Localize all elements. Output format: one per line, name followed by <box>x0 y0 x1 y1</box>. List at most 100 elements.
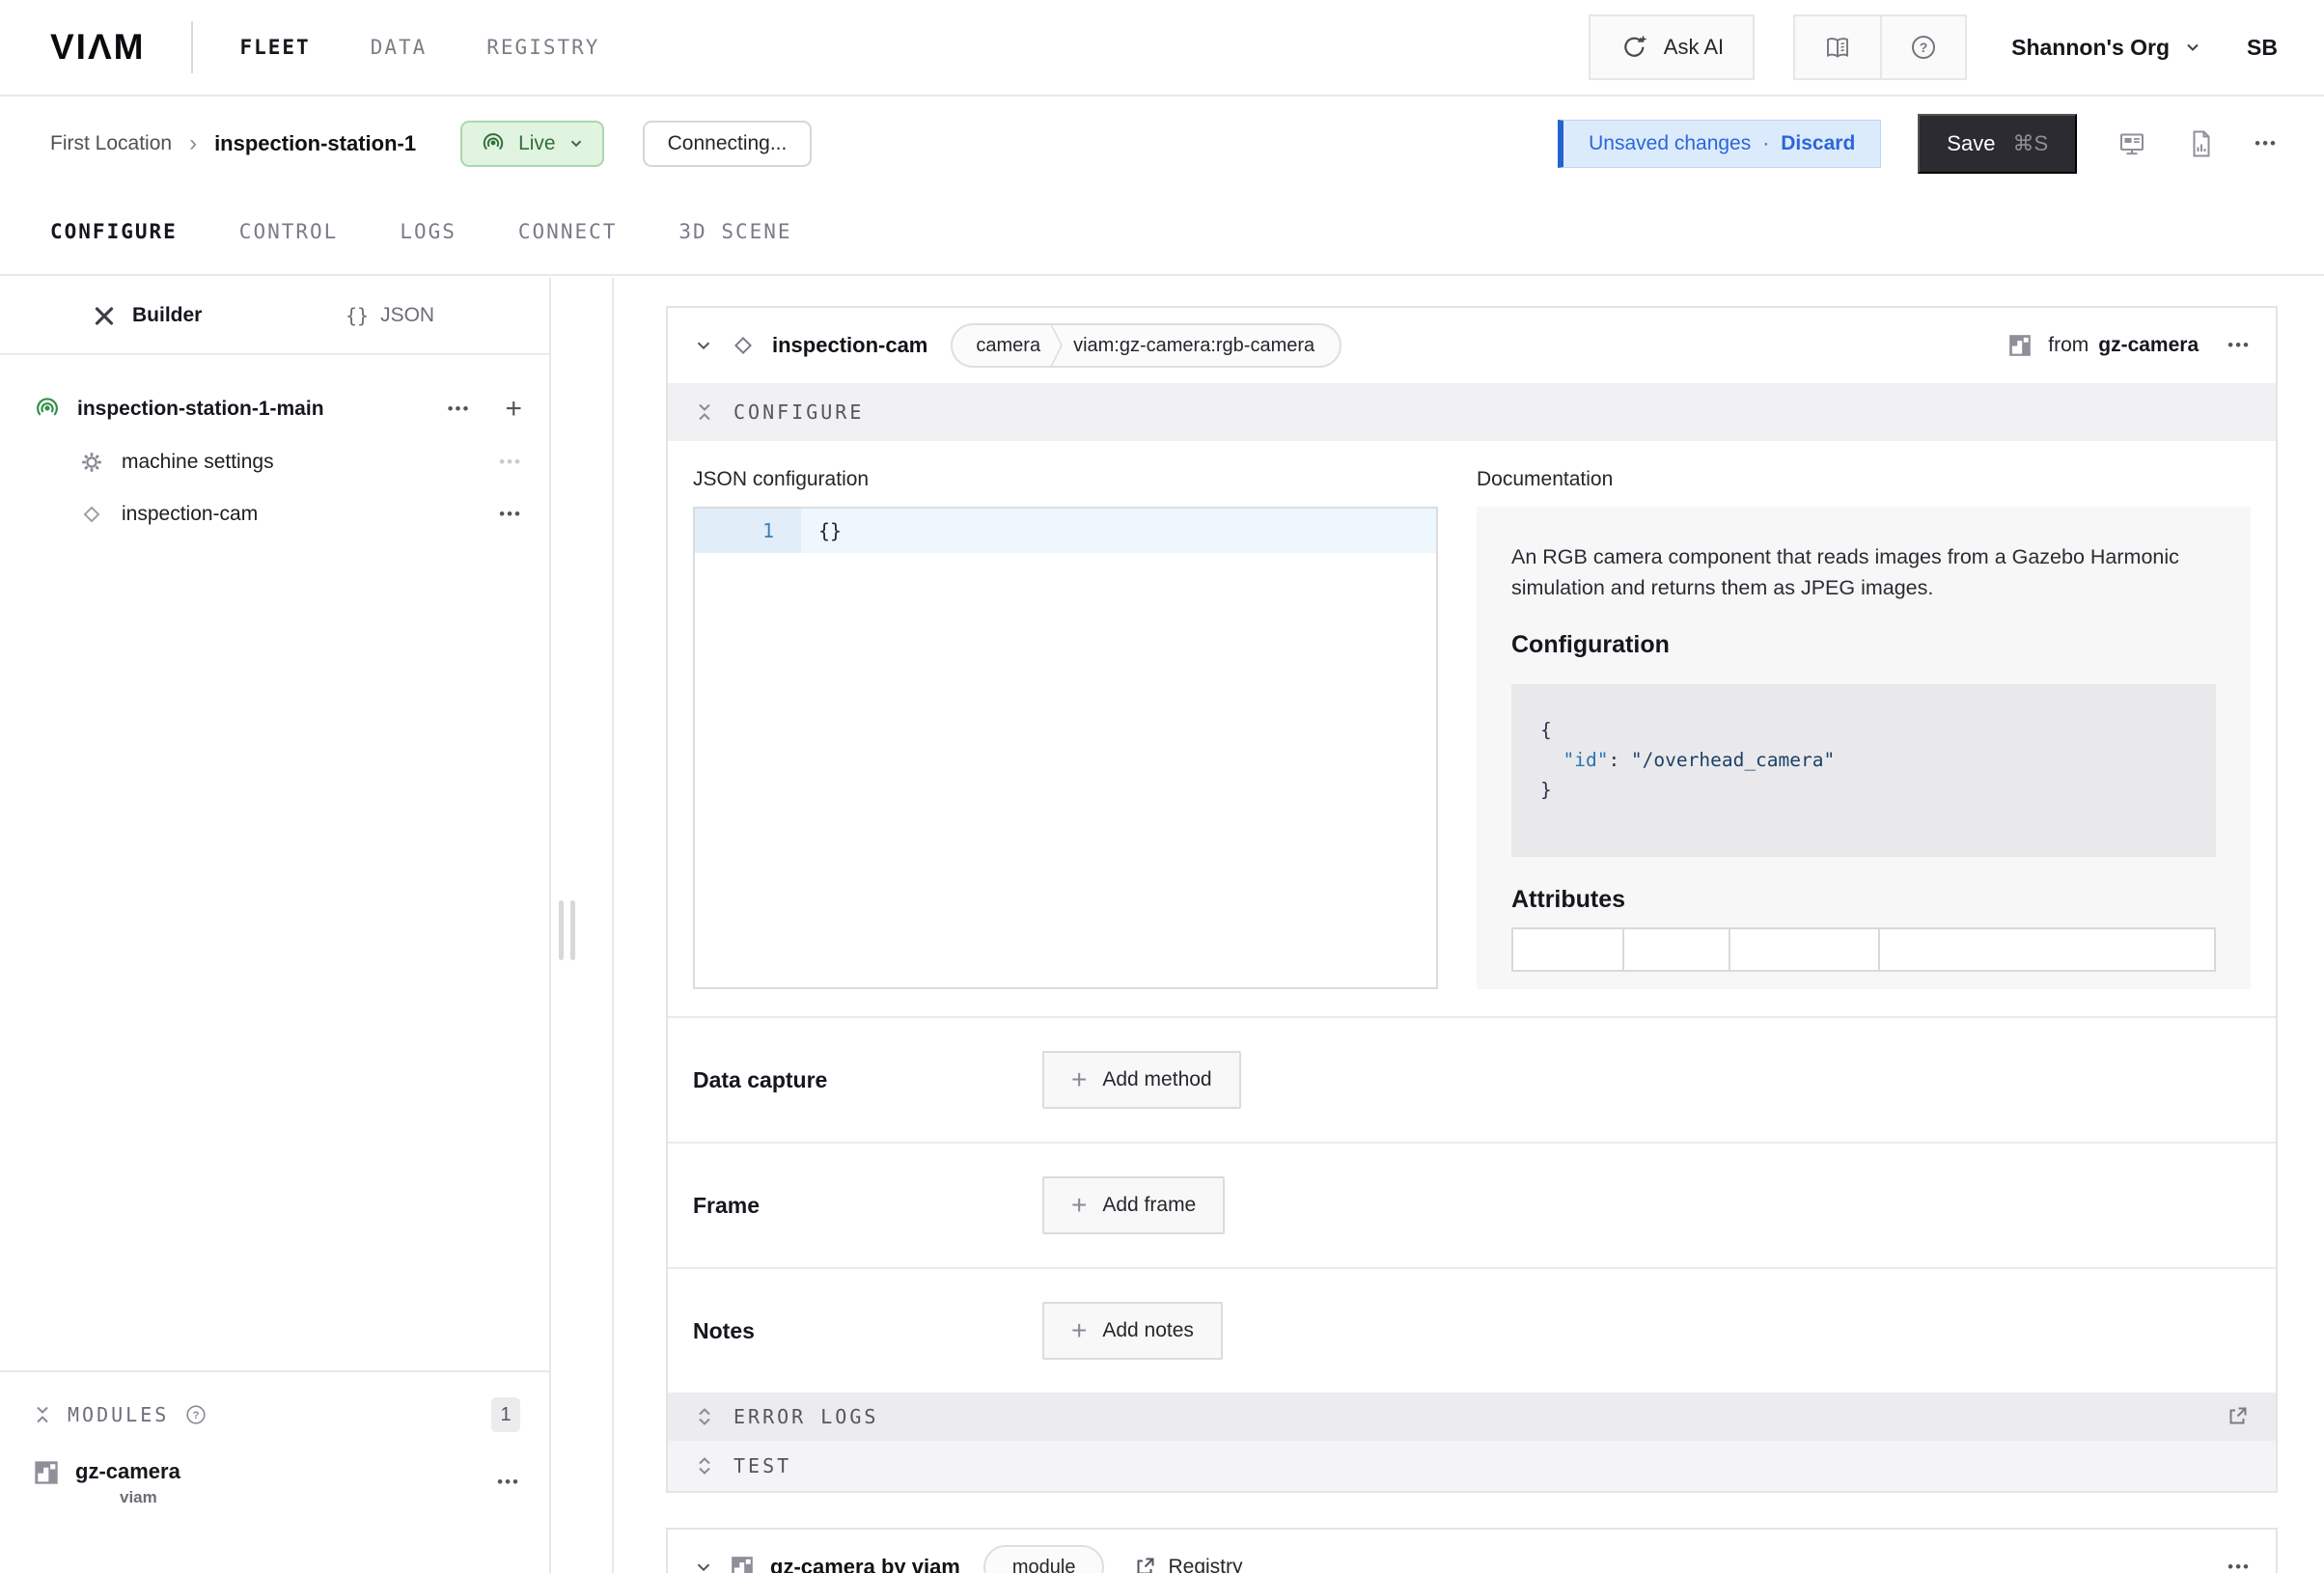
monitor-icon[interactable] <box>2117 129 2146 158</box>
module-icon <box>730 1555 755 1573</box>
pill-divider-icon <box>1050 324 1064 367</box>
mode-json-toggle[interactable]: {} JSON <box>346 278 434 353</box>
chevron-down-icon <box>2183 38 2202 57</box>
ask-ai-label: Ask AI <box>1664 35 1724 60</box>
org-switcher[interactable]: Shannon's Org <box>2011 35 2202 61</box>
mode-builder-toggle[interactable]: Builder <box>92 278 202 353</box>
add-component-button[interactable]: + <box>505 395 522 424</box>
avatar[interactable]: SB <box>2247 35 2278 61</box>
org-name: Shannon's Org <box>2011 35 2170 61</box>
add-method-button[interactable]: + Add method <box>1042 1051 1241 1109</box>
book-icon <box>1823 33 1852 62</box>
json-config-label: JSON configuration <box>693 468 1438 491</box>
save-button[interactable]: Save ⌘S <box>1918 114 2077 174</box>
nav-item-registry[interactable]: REGISTRY <box>486 36 599 59</box>
question-icon: ? <box>1909 33 1938 62</box>
ask-ai-icon <box>1619 33 1648 62</box>
viam-logo[interactable]: VIΛM <box>50 27 145 68</box>
sidebar-gutter <box>553 278 614 1573</box>
inspection-cam-label: inspection-cam <box>122 503 258 526</box>
component-card-inspection-cam: inspection-cam camera viam:gz-camera:rgb… <box>666 306 2278 1493</box>
unsaved-changes-banner: Unsaved changes · Discard <box>1558 120 1881 168</box>
documentation-button[interactable] <box>1795 16 1880 78</box>
connecting-button[interactable]: Connecting... <box>643 121 813 167</box>
breadcrumb-location[interactable]: First Location <box>50 132 172 155</box>
nav-item-data[interactable]: DATA <box>371 36 428 59</box>
expand-icon <box>695 1407 714 1426</box>
root-part-menu[interactable]: ••• <box>448 400 471 419</box>
tab-control[interactable]: CONTROL <box>239 220 339 243</box>
frame-label: Frame <box>693 1193 1042 1219</box>
error-logs-section-header[interactable]: ERROR LOGS <box>668 1393 2276 1441</box>
module-card-header: gz-camera by viam module Registry ••• <box>668 1530 2276 1573</box>
chevron-down-icon[interactable] <box>693 1557 714 1573</box>
module-icon <box>33 1459 60 1486</box>
json-braces-icon: {} <box>346 304 369 327</box>
machine-bar: First Location › inspection-station-1 Li… <box>0 98 2324 189</box>
svg-text:?: ? <box>1920 40 1928 55</box>
module-menu[interactable]: ••• <box>497 1473 520 1492</box>
nav-item-fleet[interactable]: FLEET <box>239 36 310 59</box>
modules-section: MODULES ? 1 gz-camera viam ••• <box>0 1370 549 1573</box>
broadcast-icon <box>480 130 507 157</box>
documentation-label: Documentation <box>1477 468 2251 491</box>
overflow-menu[interactable]: ••• <box>2255 134 2278 153</box>
code-colon: : <box>1608 749 1630 771</box>
machine-part-tree: inspection-station-1-main ••• + machine … <box>0 355 549 540</box>
registry-link[interactable]: Registry <box>1133 1556 1242 1573</box>
add-frame-button[interactable]: + Add frame <box>1042 1176 1225 1234</box>
discard-button[interactable]: Discard <box>1781 132 1855 155</box>
mode-toggle-row: Builder {} JSON <box>0 278 549 355</box>
sidebar-item-machine-settings[interactable]: machine settings ••• <box>0 436 549 488</box>
machine-bar-right: Unsaved changes · Discard Save ⌘S ••• <box>1558 114 2278 174</box>
external-link-icon[interactable] <box>2226 1405 2249 1428</box>
module-card-gz-camera: gz-camera by viam module Registry ••• <box>666 1528 2278 1573</box>
test-section-header[interactable]: TEST <box>668 1441 2276 1491</box>
component-type-pill: camera viam:gz-camera:rgb-camera <box>951 323 1342 368</box>
module-card-menu[interactable]: ••• <box>2227 1558 2251 1573</box>
tab-configure[interactable]: CONFIGURE <box>50 220 178 243</box>
module-list-item[interactable]: gz-camera viam ••• <box>33 1459 520 1507</box>
stats-file-icon[interactable] <box>2187 129 2214 158</box>
json-config-column: JSON configuration 1 {} <box>693 468 1438 989</box>
tree-root-part[interactable]: inspection-station-1-main ••• + <box>0 382 549 436</box>
diamond-icon <box>79 502 104 527</box>
plus-icon: + <box>1071 1192 1087 1219</box>
attributes-table <box>1511 927 2216 972</box>
from-module-name[interactable]: gz-camera <box>2098 334 2199 357</box>
unsaved-dot: · <box>1762 132 1769 155</box>
plus-icon: + <box>1071 1317 1087 1344</box>
configure-section-header[interactable]: CONFIGURE <box>668 383 2276 441</box>
breadcrumb-separator-icon: › <box>189 130 197 157</box>
documentation-panel[interactable]: An RGB camera component that reads image… <box>1477 507 2251 989</box>
editor-line-number: 1 <box>695 509 801 553</box>
editor-active-line: 1 {} <box>695 509 1436 553</box>
modules-header[interactable]: MODULES ? 1 <box>33 1397 520 1432</box>
documentation-description: An RGB camera component that reads image… <box>1511 541 2216 604</box>
diamond-icon <box>730 332 757 359</box>
tab-logs[interactable]: LOGS <box>400 220 456 243</box>
configure-section-body: JSON configuration 1 {} Documentation An… <box>668 441 2276 1016</box>
add-notes-button[interactable]: + Add notes <box>1042 1302 1223 1360</box>
external-link-icon <box>1133 1556 1156 1573</box>
from-label: from <box>2048 334 2089 357</box>
module-icon <box>2007 333 2033 358</box>
add-method-label: Add method <box>1102 1068 1211 1091</box>
tab-3d-scene[interactable]: 3D SCENE <box>678 220 791 243</box>
collapse-icon <box>695 402 714 422</box>
ask-ai-button[interactable]: Ask AI <box>1589 14 1755 80</box>
inspection-cam-menu[interactable]: ••• <box>499 505 522 524</box>
tab-connect[interactable]: CONNECT <box>518 220 618 243</box>
json-config-editor[interactable]: 1 {} <box>693 507 1438 989</box>
sidebar-item-inspection-cam[interactable]: inspection-cam ••• <box>0 488 549 540</box>
component-menu[interactable]: ••• <box>2227 336 2251 355</box>
sidebar-resize-handle[interactable] <box>559 900 575 960</box>
add-frame-label: Add frame <box>1102 1194 1196 1217</box>
chevron-down-icon[interactable] <box>693 335 714 356</box>
nav-divider <box>191 21 193 73</box>
live-status-dropdown[interactable]: Live <box>460 121 604 167</box>
help-button[interactable]: ? <box>1880 16 1965 78</box>
config-sidebar: Builder {} JSON inspection-station-1-mai… <box>0 278 551 1573</box>
doc-group: ? <box>1793 14 1967 80</box>
machine-settings-menu[interactable]: ••• <box>499 453 522 472</box>
